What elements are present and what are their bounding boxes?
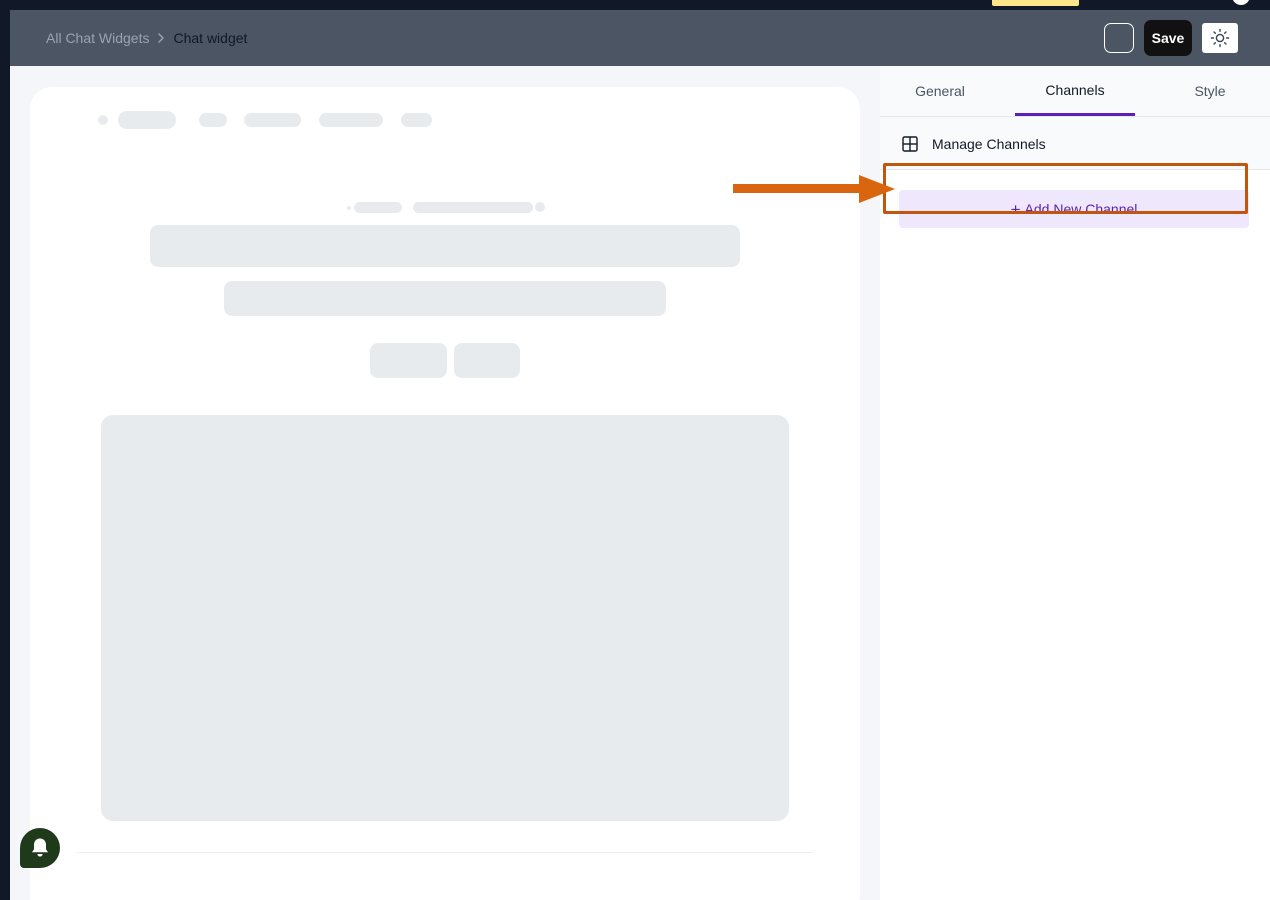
- left-dark-strip: [0, 10, 10, 900]
- save-button[interactable]: Save: [1144, 20, 1192, 56]
- breadcrumb-parent-link[interactable]: All Chat Widgets: [46, 30, 149, 46]
- settings-sidebar: General Channels Style Manage Channels +…: [880, 66, 1270, 900]
- header-icon-button[interactable]: [1104, 23, 1134, 53]
- skeleton-tag: [413, 202, 533, 213]
- add-new-channel-button[interactable]: + Add New Channel: [899, 190, 1249, 228]
- skeleton-tag-dot: [535, 202, 545, 212]
- sidebar-tabs: General Channels Style: [880, 66, 1270, 117]
- grid-icon: [902, 136, 918, 152]
- skeleton-nav-item: [244, 113, 301, 127]
- manage-channels-header: Manage Channels: [880, 117, 1270, 170]
- app-window: All Chat Widgets Chat widget Save Genera…: [10, 10, 1270, 900]
- skeleton-button: [370, 343, 447, 378]
- skeleton-nav-item: [319, 113, 383, 127]
- skeleton-content-block: [101, 415, 789, 821]
- breadcrumb: All Chat Widgets Chat widget: [46, 10, 247, 66]
- skeleton-button: [454, 343, 520, 378]
- arrow-right-icon: [733, 175, 895, 203]
- skeleton-nav-dot: [98, 115, 108, 125]
- widget-preview-panel: [30, 87, 860, 900]
- tab-channels[interactable]: Channels: [1015, 66, 1135, 116]
- bell-icon: [30, 837, 50, 859]
- plus-icon: +: [1010, 199, 1021, 219]
- skeleton-heading: [150, 225, 740, 267]
- manage-channels-title: Manage Channels: [932, 135, 1046, 152]
- chevron-right-icon: [155, 32, 167, 44]
- skeleton-nav-logo: [118, 111, 176, 129]
- top-system-bar: [0, 0, 1270, 10]
- top-yellow-tab: [992, 0, 1079, 6]
- theme-toggle-button[interactable]: [1202, 23, 1238, 53]
- sun-icon: [1210, 28, 1230, 48]
- skeleton-subheading: [224, 281, 666, 316]
- skeleton-nav-item: [401, 113, 432, 127]
- tab-general[interactable]: General: [880, 66, 1000, 116]
- notification-button[interactable]: [20, 828, 60, 868]
- add-new-channel-label: Add New Channel: [1024, 201, 1138, 217]
- skeleton-nav-item: [199, 113, 227, 127]
- skeleton-tag: [354, 202, 402, 213]
- skeleton-tag-dot: [347, 206, 351, 210]
- preview-divider: [76, 852, 814, 853]
- top-white-indicator: [1232, 0, 1250, 5]
- top-header: All Chat Widgets Chat widget Save: [10, 10, 1270, 66]
- tab-style[interactable]: Style: [1150, 66, 1270, 116]
- breadcrumb-current: Chat widget: [173, 30, 248, 46]
